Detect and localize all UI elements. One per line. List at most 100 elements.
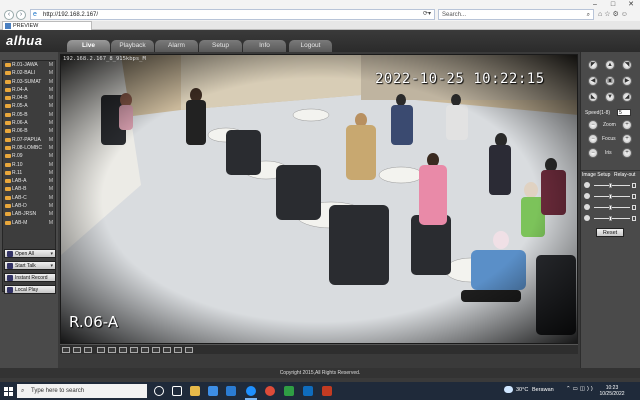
- main-stream-toggle[interactable]: M: [49, 144, 53, 152]
- main-stream-toggle[interactable]: M: [49, 102, 53, 110]
- channel-item[interactable]: R.06-A M: [3, 119, 55, 127]
- ptz-up-icon[interactable]: ▲: [605, 60, 615, 70]
- main-stream-toggle[interactable]: M: [49, 78, 53, 86]
- chrome-icon[interactable]: [265, 386, 275, 396]
- main-stream-toggle[interactable]: M: [49, 185, 53, 193]
- main-stream-toggle[interactable]: M: [49, 69, 53, 77]
- main-stream-toggle[interactable]: M: [49, 177, 53, 185]
- layout-grid-icon[interactable]: [141, 347, 149, 353]
- image-setup-tab[interactable]: Image Setup: [582, 171, 610, 180]
- channel-item[interactable]: R.09 M: [3, 152, 55, 160]
- store-icon[interactable]: [208, 386, 218, 396]
- hue-slider[interactable]: [584, 215, 638, 222]
- tray-icons[interactable]: ⌃▭◫)): [566, 386, 595, 392]
- windows-start-icon[interactable]: [4, 387, 13, 396]
- start-talk-button[interactable]: Start Talk ▾: [4, 261, 56, 270]
- edge-icon[interactable]: [303, 386, 313, 396]
- forward-icon[interactable]: ›: [16, 10, 26, 20]
- local-play-button[interactable]: Local Play: [4, 285, 56, 294]
- channel-item[interactable]: R.03-SUMAT M: [3, 78, 55, 86]
- channel-item[interactable]: LAB-B M: [3, 185, 55, 193]
- main-stream-toggle[interactable]: M: [49, 161, 53, 169]
- browser-search-input[interactable]: Search... ⌕: [438, 9, 594, 20]
- main-stream-toggle[interactable]: M: [49, 219, 53, 227]
- weather-text[interactable]: Berawan: [532, 387, 554, 393]
- main-stream-toggle[interactable]: M: [49, 119, 53, 127]
- maximize-button[interactable]: □: [604, 0, 622, 9]
- reset-button[interactable]: Reset: [596, 228, 624, 237]
- layout-grid-icon[interactable]: [174, 347, 182, 353]
- channel-item[interactable]: LAB-C M: [3, 194, 55, 202]
- app-icon[interactable]: [284, 386, 294, 396]
- main-stream-toggle[interactable]: M: [49, 61, 53, 69]
- slider-knob[interactable]: [609, 216, 612, 221]
- focus-far-icon[interactable]: +: [622, 134, 632, 144]
- focus-near-icon[interactable]: −: [588, 134, 598, 144]
- brightness-slider[interactable]: [584, 182, 638, 189]
- slider-track[interactable]: [594, 196, 630, 197]
- search-icon[interactable]: ⌕: [587, 10, 590, 20]
- saturation-slider[interactable]: [584, 204, 638, 211]
- open-all-button[interactable]: Open All ▾: [4, 249, 56, 258]
- tab-live[interactable]: Live: [67, 40, 110, 52]
- iris-open-icon[interactable]: +: [622, 148, 632, 158]
- channel-item[interactable]: R.11 M: [3, 169, 55, 177]
- layout-grid-icon[interactable]: [73, 347, 81, 353]
- address-bar[interactable]: e http://192.168.2.167/: [30, 9, 435, 20]
- minimize-button[interactable]: –: [586, 0, 604, 9]
- slider-knob[interactable]: [609, 194, 612, 199]
- main-stream-toggle[interactable]: M: [49, 127, 53, 135]
- main-stream-toggle[interactable]: M: [49, 152, 53, 160]
- tab-logout[interactable]: Logout: [289, 40, 332, 52]
- refresh-icon[interactable]: ⟳▾: [423, 9, 437, 20]
- channel-item[interactable]: LAB-A M: [3, 177, 55, 185]
- ptz-down-right-icon[interactable]: ◢: [622, 92, 632, 102]
- tab-info[interactable]: Info: [243, 40, 286, 52]
- ie-taskbar-icon[interactable]: [246, 386, 256, 396]
- layout-grid-icon[interactable]: [62, 347, 70, 353]
- slider-knob[interactable]: [609, 183, 612, 188]
- mail-icon[interactable]: [226, 386, 236, 396]
- main-stream-toggle[interactable]: M: [49, 202, 53, 210]
- main-stream-toggle[interactable]: M: [49, 210, 53, 218]
- channel-item[interactable]: LAB-M M: [3, 219, 55, 227]
- slider-track[interactable]: [594, 207, 630, 208]
- close-window-button[interactable]: ✕: [622, 0, 640, 9]
- layout-grid-icon[interactable]: [163, 347, 171, 353]
- taskbar-clock[interactable]: 10:23 10/25/2022: [594, 385, 630, 397]
- main-stream-toggle[interactable]: M: [49, 94, 53, 102]
- main-stream-toggle[interactable]: M: [49, 111, 53, 119]
- layout-grid-icon[interactable]: [108, 347, 116, 353]
- slider-knob[interactable]: [609, 205, 612, 210]
- ptz-up-left-icon[interactable]: ◤: [588, 60, 598, 70]
- layout-grid-icon[interactable]: [185, 347, 193, 353]
- ptz-down-left-icon[interactable]: ◣: [588, 92, 598, 102]
- layout-grid-icon[interactable]: [130, 347, 138, 353]
- relay-out-tab[interactable]: Relay-out: [614, 171, 635, 180]
- chevron-down-icon[interactable]: ▾: [50, 262, 53, 270]
- channel-item[interactable]: R.07-PAPUA M: [3, 136, 55, 144]
- layout-grid-icon[interactable]: [119, 347, 127, 353]
- taskbar-search-input[interactable]: ⌕ Type here to search: [17, 384, 147, 398]
- channel-item[interactable]: R.01-JAWA M: [3, 61, 55, 69]
- cortana-icon[interactable]: [154, 386, 164, 396]
- channel-item[interactable]: R.08-LOMBC M: [3, 144, 55, 152]
- instant-record-button[interactable]: Instant Record: [4, 273, 56, 282]
- browser-tool-icons[interactable]: ⌂☆⚙☺: [598, 10, 638, 20]
- channel-item[interactable]: R.06-B M: [3, 127, 55, 135]
- ptz-center-icon[interactable]: ▣: [605, 76, 615, 86]
- temperature[interactable]: 30°C: [516, 387, 528, 393]
- main-stream-toggle[interactable]: M: [49, 136, 53, 144]
- browser-tab-preview[interactable]: PREVIEW: [2, 21, 92, 30]
- main-stream-toggle[interactable]: M: [49, 86, 53, 94]
- ptz-left-icon[interactable]: ◀: [588, 76, 598, 86]
- slider-track[interactable]: [594, 218, 630, 219]
- back-icon[interactable]: ‹: [4, 10, 14, 20]
- task-view-icon[interactable]: [172, 386, 182, 396]
- zoom-out-icon[interactable]: −: [588, 120, 598, 130]
- channel-item[interactable]: LAB-D M: [3, 202, 55, 210]
- tab-setup[interactable]: Setup: [199, 40, 242, 52]
- speed-select[interactable]: 5: [617, 109, 631, 116]
- main-stream-toggle[interactable]: M: [49, 169, 53, 177]
- layout-grid-icon[interactable]: [152, 347, 160, 353]
